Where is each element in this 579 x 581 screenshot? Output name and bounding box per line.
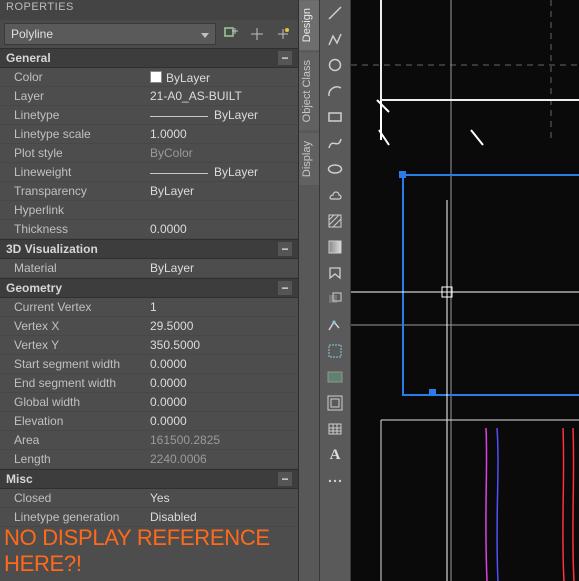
panel-title: ROPERTIES — [0, 0, 298, 20]
prop-color[interactable]: ByLayer — [146, 70, 298, 85]
polyline-tool-icon[interactable] — [323, 28, 347, 50]
region-tool-icon[interactable] — [323, 288, 347, 310]
prop-label: Global width — [0, 395, 146, 409]
collapse-icon: − — [278, 51, 292, 65]
collapse-icon: − — [278, 472, 292, 486]
quick-select-button[interactable] — [272, 23, 294, 45]
rectangle-tool-icon[interactable] — [323, 106, 347, 128]
properties-panel: ROPERTIES Polyline General − ColorByL — [0, 0, 299, 581]
prop-label: Plot style — [0, 146, 146, 160]
section-geometry-title: Geometry — [6, 281, 62, 295]
table-tool-icon[interactable] — [323, 418, 347, 440]
gradient-tool-icon[interactable] — [323, 236, 347, 258]
prop-label: Length — [0, 452, 146, 466]
object-type-selector[interactable]: Polyline — [4, 23, 216, 45]
section-general-title: General — [6, 51, 51, 65]
more-tools-icon[interactable] — [323, 470, 347, 492]
tool-palette: A — [320, 0, 351, 581]
section-viz-header[interactable]: 3D Visualization − — [0, 239, 298, 259]
prop-label: Elevation — [0, 414, 146, 428]
prop-closed[interactable]: Yes — [146, 491, 298, 505]
prop-layer[interactable]: 21-A0_AS-BUILT — [146, 89, 298, 103]
dropdown-caret-icon — [201, 27, 209, 41]
prop-label: Hyperlink — [0, 203, 146, 217]
prop-global-width[interactable]: 0.0000 — [146, 395, 298, 409]
hatch-tool-icon[interactable] — [323, 210, 347, 232]
prop-label: Lineweight — [0, 165, 146, 179]
section-misc-title: Misc — [6, 472, 33, 486]
prop-ltscale[interactable]: 1.0000 — [146, 127, 298, 141]
prop-elevation[interactable]: 0.0000 — [146, 414, 298, 428]
select-window-tool-icon[interactable] — [323, 340, 347, 362]
prop-transparency[interactable]: ByLayer — [146, 184, 298, 198]
cloud-tool-icon[interactable] — [323, 184, 347, 206]
prop-end-seg-width[interactable]: 0.0000 — [146, 376, 298, 390]
section-misc-header[interactable]: Misc − — [0, 469, 298, 489]
tab-display[interactable]: Display — [299, 133, 319, 185]
object-type-value: Polyline — [11, 27, 53, 41]
object-selector-row: Polyline — [0, 20, 298, 48]
toggle-pickadd-button[interactable] — [220, 23, 242, 45]
collapse-icon: − — [278, 281, 292, 295]
view-extents-tool-icon[interactable] — [323, 366, 347, 388]
arc-tool-icon[interactable] — [323, 80, 347, 102]
prop-ltgen[interactable]: Disabled — [146, 510, 298, 524]
prop-current-vertex[interactable]: 1 — [146, 300, 298, 314]
prop-label: Vertex Y — [0, 338, 146, 352]
select-objects-button[interactable] — [246, 23, 268, 45]
prop-label: Thickness — [0, 222, 146, 236]
prop-linetype[interactable]: ByLayer — [146, 108, 298, 122]
prop-label: Start segment width — [0, 357, 146, 371]
prop-material[interactable]: ByLayer — [146, 261, 298, 275]
prop-label: Transparency — [0, 184, 146, 198]
section-viz-title: 3D Visualization — [6, 242, 98, 256]
circle-tool-icon[interactable] — [323, 54, 347, 76]
line-tool-icon[interactable] — [323, 2, 347, 24]
drawing-canvas[interactable] — [351, 0, 579, 581]
palette-tabs: Design Object Class Display — [299, 0, 320, 581]
prop-label: Color — [0, 70, 146, 84]
linetype-preview-icon — [150, 116, 208, 117]
section-geometry-header[interactable]: Geometry − — [0, 278, 298, 298]
tab-design[interactable]: Design — [299, 0, 319, 50]
prop-length: 2240.0006 — [146, 452, 298, 466]
color-swatch-icon — [150, 71, 162, 83]
prop-label: Current Vertex — [0, 300, 146, 314]
prop-lineweight[interactable]: ByLayer — [146, 165, 298, 179]
prop-label: Material — [0, 261, 146, 275]
prop-label: Closed — [0, 491, 146, 505]
lineweight-preview-icon — [150, 173, 208, 174]
prop-vertex-x[interactable]: 29.5000 — [146, 319, 298, 333]
layout-tool-icon[interactable] — [323, 392, 347, 414]
prop-label: Linetype scale — [0, 127, 146, 141]
prop-label: Linetype — [0, 108, 146, 122]
prop-label: End segment width — [0, 376, 146, 390]
prop-vertex-y[interactable]: 350.5000 — [146, 338, 298, 352]
boundary-tool-icon[interactable] — [323, 262, 347, 284]
prop-start-seg-width[interactable]: 0.0000 — [146, 357, 298, 371]
prop-label: Linetype generation — [0, 510, 146, 524]
prop-label: Layer — [0, 89, 146, 103]
polyline-edit-tool-icon[interactable] — [323, 314, 347, 336]
ellipse-tool-icon[interactable] — [323, 158, 347, 180]
prop-label: Area — [0, 433, 146, 447]
prop-label: Vertex X — [0, 319, 146, 333]
prop-thickness[interactable]: 0.0000 — [146, 222, 298, 236]
collapse-icon: − — [278, 242, 292, 256]
section-general-header[interactable]: General − — [0, 48, 298, 68]
prop-plotstyle: ByColor — [146, 146, 298, 160]
prop-area: 161500.2825 — [146, 433, 298, 447]
tab-object-class[interactable]: Object Class — [299, 52, 319, 130]
text-tool-icon[interactable]: A — [323, 444, 347, 466]
spline-tool-icon[interactable] — [323, 132, 347, 154]
